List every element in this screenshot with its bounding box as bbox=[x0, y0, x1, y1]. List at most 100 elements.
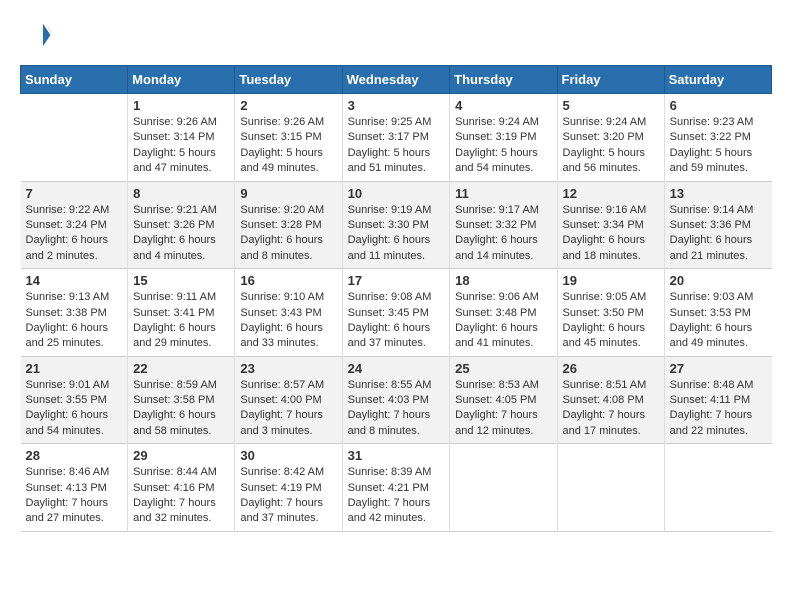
calendar-cell: 7Sunrise: 9:22 AM Sunset: 3:24 PM Daylig… bbox=[21, 181, 128, 269]
calendar-cell: 10 Sunrise: 9:19 AM Sunset: 3:30 PM Dayli… bbox=[342, 181, 450, 269]
day-number: 4 bbox=[455, 98, 551, 113]
calendar-week-2: 7Sunrise: 9:22 AM Sunset: 3:24 PM Daylig… bbox=[21, 181, 772, 269]
day-info: Sunrise: 9:17 AM Sunset: 3:32 PM Dayligh… bbox=[455, 203, 551, 265]
col-header-wednesday: Wednesday bbox=[342, 66, 450, 94]
day-number: 7 bbox=[26, 186, 123, 201]
day-info: Sunrise: 9:25 AM Sunset: 3:17 PM Dayligh… bbox=[348, 115, 445, 177]
day-number: 22 bbox=[133, 361, 229, 376]
calendar-week-4: 21 Sunrise: 9:01 AM Sunset: 3:55 PM Dayli… bbox=[21, 356, 772, 444]
day-info: Sunrise: 9:03 AM Sunset: 3:53 PM Dayligh… bbox=[670, 290, 767, 352]
day-number: 21 bbox=[26, 361, 123, 376]
day-number: 1 bbox=[133, 98, 229, 113]
col-header-friday: Friday bbox=[557, 66, 664, 94]
day-number: 31 bbox=[348, 448, 445, 463]
calendar-cell: 3 Sunrise: 9:25 AM Sunset: 3:17 PM Daylig… bbox=[342, 94, 450, 182]
calendar-cell: 21 Sunrise: 9:01 AM Sunset: 3:55 PM Dayli… bbox=[21, 356, 128, 444]
day-number: 17 bbox=[348, 273, 445, 288]
day-info: Sunrise: 9:19 AM Sunset: 3:30 PM Dayligh… bbox=[348, 203, 445, 265]
calendar-cell: 26 Sunrise: 8:51 AM Sunset: 4:08 PM Dayli… bbox=[557, 356, 664, 444]
calendar-cell bbox=[664, 444, 771, 532]
calendar-cell: 5Sunrise: 9:24 AM Sunset: 3:20 PM Daylig… bbox=[557, 94, 664, 182]
day-number: 28 bbox=[26, 448, 123, 463]
day-number: 15 bbox=[133, 273, 229, 288]
day-number: 2 bbox=[240, 98, 336, 113]
day-number: 14 bbox=[26, 273, 123, 288]
calendar-cell: 24 Sunrise: 8:55 AM Sunset: 4:03 PM Dayli… bbox=[342, 356, 450, 444]
calendar-cell: 13 Sunrise: 9:14 AM Sunset: 3:36 PM Dayli… bbox=[664, 181, 771, 269]
day-info: Sunrise: 9:10 AM Sunset: 3:43 PM Dayligh… bbox=[240, 290, 336, 352]
day-number: 20 bbox=[670, 273, 767, 288]
day-info: Sunrise: 9:20 AM Sunset: 3:28 PM Dayligh… bbox=[240, 203, 336, 265]
day-number: 13 bbox=[670, 186, 767, 201]
day-info: Sunrise: 9:21 AM Sunset: 3:26 PM Dayligh… bbox=[133, 203, 229, 265]
calendar-cell: 16 Sunrise: 9:10 AM Sunset: 3:43 PM Dayli… bbox=[235, 269, 342, 357]
page-header bbox=[20, 20, 772, 55]
day-number: 16 bbox=[240, 273, 336, 288]
day-info: Sunrise: 8:44 AM Sunset: 4:16 PM Dayligh… bbox=[133, 465, 229, 527]
col-header-thursday: Thursday bbox=[450, 66, 557, 94]
day-number: 25 bbox=[455, 361, 551, 376]
calendar-cell: 2 Sunrise: 9:26 AM Sunset: 3:15 PM Daylig… bbox=[235, 94, 342, 182]
calendar-cell: 1 Sunrise: 9:26 AM Sunset: 3:14 PM Daylig… bbox=[128, 94, 235, 182]
day-info: Sunrise: 8:53 AM Sunset: 4:05 PM Dayligh… bbox=[455, 378, 551, 440]
day-info: Sunrise: 9:26 AM Sunset: 3:14 PM Dayligh… bbox=[133, 115, 229, 177]
calendar-cell: 4 Sunrise: 9:24 AM Sunset: 3:19 PM Daylig… bbox=[450, 94, 557, 182]
calendar-table: SundayMondayTuesdayWednesdayThursdayFrid… bbox=[20, 65, 772, 532]
day-number: 23 bbox=[240, 361, 336, 376]
logo bbox=[20, 20, 52, 55]
day-info: Sunrise: 9:11 AM Sunset: 3:41 PM Dayligh… bbox=[133, 290, 229, 352]
day-info: Sunrise: 8:46 AM Sunset: 4:13 PM Dayligh… bbox=[26, 465, 123, 527]
day-info: Sunrise: 9:16 AM Sunset: 3:34 PM Dayligh… bbox=[563, 203, 659, 265]
calendar-cell: 18 Sunrise: 9:06 AM Sunset: 3:48 PM Dayli… bbox=[450, 269, 557, 357]
day-number: 24 bbox=[348, 361, 445, 376]
calendar-cell: 9Sunrise: 9:20 AM Sunset: 3:28 PM Daylig… bbox=[235, 181, 342, 269]
day-number: 5 bbox=[563, 98, 659, 113]
calendar-cell bbox=[21, 94, 128, 182]
calendar-cell bbox=[450, 444, 557, 532]
calendar-cell: 12 Sunrise: 9:16 AM Sunset: 3:34 PM Dayli… bbox=[557, 181, 664, 269]
col-header-tuesday: Tuesday bbox=[235, 66, 342, 94]
day-number: 12 bbox=[563, 186, 659, 201]
col-header-monday: Monday bbox=[128, 66, 235, 94]
day-info: Sunrise: 8:39 AM Sunset: 4:21 PM Dayligh… bbox=[348, 465, 445, 527]
calendar-cell: 27Sunrise: 8:48 AM Sunset: 4:11 PM Dayli… bbox=[664, 356, 771, 444]
day-info: Sunrise: 8:59 AM Sunset: 3:58 PM Dayligh… bbox=[133, 378, 229, 440]
calendar-week-3: 14 Sunrise: 9:13 AM Sunset: 3:38 PM Dayli… bbox=[21, 269, 772, 357]
day-number: 30 bbox=[240, 448, 336, 463]
day-info: Sunrise: 9:14 AM Sunset: 3:36 PM Dayligh… bbox=[670, 203, 767, 265]
col-header-saturday: Saturday bbox=[664, 66, 771, 94]
calendar-cell: 28 Sunrise: 8:46 AM Sunset: 4:13 PM Dayli… bbox=[21, 444, 128, 532]
day-number: 11 bbox=[455, 186, 551, 201]
day-number: 18 bbox=[455, 273, 551, 288]
day-info: Sunrise: 9:24 AM Sunset: 3:19 PM Dayligh… bbox=[455, 115, 551, 177]
calendar-cell bbox=[557, 444, 664, 532]
col-header-sunday: Sunday bbox=[21, 66, 128, 94]
calendar-cell: 11 Sunrise: 9:17 AM Sunset: 3:32 PM Dayli… bbox=[450, 181, 557, 269]
day-info: Sunrise: 9:13 AM Sunset: 3:38 PM Dayligh… bbox=[26, 290, 123, 352]
day-number: 6 bbox=[670, 98, 767, 113]
calendar-week-5: 28 Sunrise: 8:46 AM Sunset: 4:13 PM Dayli… bbox=[21, 444, 772, 532]
calendar-cell: 17Sunrise: 9:08 AM Sunset: 3:45 PM Dayli… bbox=[342, 269, 450, 357]
day-info: Sunrise: 8:42 AM Sunset: 4:19 PM Dayligh… bbox=[240, 465, 336, 527]
day-number: 8 bbox=[133, 186, 229, 201]
calendar-week-1: 1 Sunrise: 9:26 AM Sunset: 3:14 PM Daylig… bbox=[21, 94, 772, 182]
day-info: Sunrise: 9:06 AM Sunset: 3:48 PM Dayligh… bbox=[455, 290, 551, 352]
calendar-cell: 25 Sunrise: 8:53 AM Sunset: 4:05 PM Dayli… bbox=[450, 356, 557, 444]
day-info: Sunrise: 8:57 AM Sunset: 4:00 PM Dayligh… bbox=[240, 378, 336, 440]
day-number: 19 bbox=[563, 273, 659, 288]
day-info: Sunrise: 9:01 AM Sunset: 3:55 PM Dayligh… bbox=[26, 378, 123, 440]
day-info: Sunrise: 8:51 AM Sunset: 4:08 PM Dayligh… bbox=[563, 378, 659, 440]
calendar-cell: 19Sunrise: 9:05 AM Sunset: 3:50 PM Dayli… bbox=[557, 269, 664, 357]
calendar-cell: 14 Sunrise: 9:13 AM Sunset: 3:38 PM Dayli… bbox=[21, 269, 128, 357]
day-number: 27 bbox=[670, 361, 767, 376]
day-number: 10 bbox=[348, 186, 445, 201]
day-number: 26 bbox=[563, 361, 659, 376]
day-info: Sunrise: 9:23 AM Sunset: 3:22 PM Dayligh… bbox=[670, 115, 767, 177]
day-number: 29 bbox=[133, 448, 229, 463]
calendar-cell: 31 Sunrise: 8:39 AM Sunset: 4:21 PM Dayli… bbox=[342, 444, 450, 532]
day-info: Sunrise: 9:26 AM Sunset: 3:15 PM Dayligh… bbox=[240, 115, 336, 177]
day-info: Sunrise: 8:55 AM Sunset: 4:03 PM Dayligh… bbox=[348, 378, 445, 440]
calendar-cell: 29 Sunrise: 8:44 AM Sunset: 4:16 PM Dayli… bbox=[128, 444, 235, 532]
logo-icon bbox=[22, 20, 52, 50]
day-number: 3 bbox=[348, 98, 445, 113]
